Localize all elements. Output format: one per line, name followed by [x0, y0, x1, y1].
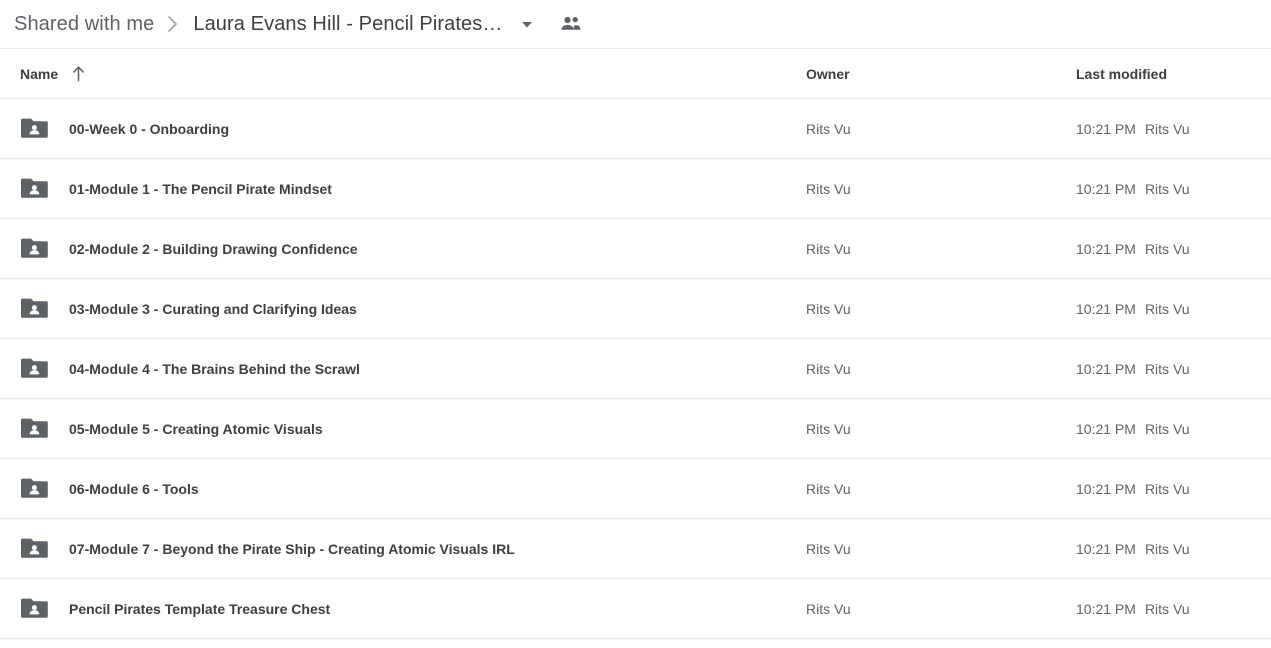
file-row-last-modified: 10:21 PM Rits Vu [1076, 301, 1190, 317]
file-row-last-modified: 10:21 PM Rits Vu [1076, 121, 1190, 137]
file-row-modified-time: 10:21 PM [1076, 420, 1136, 437]
file-row-name: 05-Module 5 - Creating Atomic Visuals [69, 420, 323, 437]
column-headers: Name Owner Last modified [0, 49, 1271, 99]
file-row-name: 01-Module 1 - The Pencil Pirate Mindset [69, 180, 332, 197]
file-row[interactable]: Pencil Pirates Template Treasure Chest R… [0, 579, 1271, 639]
column-header-name-label: Name [20, 65, 59, 82]
shared-folder-icon [21, 477, 49, 501]
file-row-last-modified: 10:21 PM Rits Vu [1076, 481, 1190, 497]
column-header-owner[interactable]: Owner [806, 66, 850, 82]
file-row-modified-time: 10:21 PM [1076, 480, 1136, 497]
file-row-modified-time: 10:21 PM [1076, 540, 1136, 557]
file-row-modified-by: Rits Vu [1144, 180, 1190, 197]
file-row-modified-by: Rits Vu [1144, 120, 1190, 137]
file-row-modified-time: 10:21 PM [1076, 300, 1136, 317]
shared-folder-icon [21, 117, 49, 141]
file-row-last-modified: 10:21 PM Rits Vu [1076, 421, 1190, 437]
shared-folder-icon [21, 597, 49, 621]
file-row[interactable]: 04-Module 4 - The Brains Behind the Scra… [0, 339, 1271, 399]
file-row-owner: Rits Vu [806, 360, 851, 377]
file-row-name: Pencil Pirates Template Treasure Chest [69, 600, 331, 617]
file-row-modified-by: Rits Vu [1144, 300, 1190, 317]
shared-folder-icon [21, 417, 49, 441]
file-row[interactable]: 02-Module 2 - Building Drawing Confidenc… [0, 219, 1271, 279]
file-row[interactable]: 03-Module 3 - Curating and Clarifying Id… [0, 279, 1271, 339]
file-row-last-modified: 10:21 PM Rits Vu [1076, 541, 1190, 557]
file-row-modified-by: Rits Vu [1144, 480, 1190, 497]
file-row-name: 04-Module 4 - The Brains Behind the Scra… [69, 360, 360, 377]
breadcrumb: Shared with me Laura Evans Hill - Pencil… [0, 0, 1271, 49]
file-row-modified-time: 10:21 PM [1076, 120, 1136, 137]
file-row-owner: Rits Vu [806, 480, 851, 497]
file-row[interactable]: 07-Module 7 - Beyond the Pirate Ship - C… [0, 519, 1271, 579]
file-row[interactable]: 01-Module 1 - The Pencil Pirate Mindset … [0, 159, 1271, 219]
file-row[interactable]: 00-Week 0 - Onboarding Rits Vu 10:21 PM … [0, 99, 1271, 159]
column-header-last-modified[interactable]: Last modified [1076, 66, 1167, 82]
file-row-owner: Rits Vu [806, 420, 851, 437]
shared-folder-icon [21, 537, 49, 561]
shared-folder-icon [21, 177, 49, 201]
file-row-last-modified: 10:21 PM Rits Vu [1076, 241, 1190, 257]
column-header-name[interactable]: Name [20, 65, 85, 82]
file-row-owner: Rits Vu [806, 120, 851, 137]
file-row-name: 03-Module 3 - Curating and Clarifying Id… [69, 300, 357, 317]
file-row-last-modified: 10:21 PM Rits Vu [1076, 361, 1190, 377]
file-row-modified-time: 10:21 PM [1076, 240, 1136, 257]
file-row-owner: Rits Vu [806, 300, 851, 317]
file-row-name: 00-Week 0 - Onboarding [69, 120, 229, 137]
shared-folder-icon [21, 297, 49, 321]
file-row-last-modified: 10:21 PM Rits Vu [1076, 601, 1190, 617]
file-row[interactable]: 05-Module 5 - Creating Atomic Visuals Ri… [0, 399, 1271, 459]
file-row-modified-by: Rits Vu [1144, 240, 1190, 257]
file-row-name: 07-Module 7 - Beyond the Pirate Ship - C… [69, 540, 515, 557]
arrow-up-icon[interactable] [72, 65, 85, 82]
file-row-modified-time: 10:21 PM [1076, 600, 1136, 617]
breadcrumb-current-folder[interactable]: Laura Evans Hill - Pencil Pirates… [193, 13, 502, 36]
caret-down-icon[interactable] [520, 17, 534, 31]
file-row[interactable]: 06-Module 6 - Tools Rits Vu 10:21 PM Rit… [0, 459, 1271, 519]
file-row-name: 06-Module 6 - Tools [69, 480, 199, 497]
file-row-owner: Rits Vu [806, 600, 851, 617]
file-list: 00-Week 0 - Onboarding Rits Vu 10:21 PM … [0, 99, 1271, 639]
file-row-modified-by: Rits Vu [1144, 360, 1190, 377]
file-row-modified-by: Rits Vu [1144, 600, 1190, 617]
file-row-modified-by: Rits Vu [1144, 420, 1190, 437]
file-row-owner: Rits Vu [806, 540, 851, 557]
shared-folder-icon [21, 357, 49, 381]
people-icon[interactable] [560, 15, 582, 33]
shared-folder-icon [21, 237, 49, 261]
file-row-name: 02-Module 2 - Building Drawing Confidenc… [69, 240, 358, 257]
breadcrumb-root-link[interactable]: Shared with me [14, 13, 154, 36]
file-row-last-modified: 10:21 PM Rits Vu [1076, 181, 1190, 197]
file-row-owner: Rits Vu [806, 180, 851, 197]
file-row-modified-time: 10:21 PM [1076, 360, 1136, 377]
chevron-right-icon [167, 15, 179, 33]
file-row-owner: Rits Vu [806, 240, 851, 257]
file-row-modified-by: Rits Vu [1144, 540, 1190, 557]
file-row-modified-time: 10:21 PM [1076, 180, 1136, 197]
